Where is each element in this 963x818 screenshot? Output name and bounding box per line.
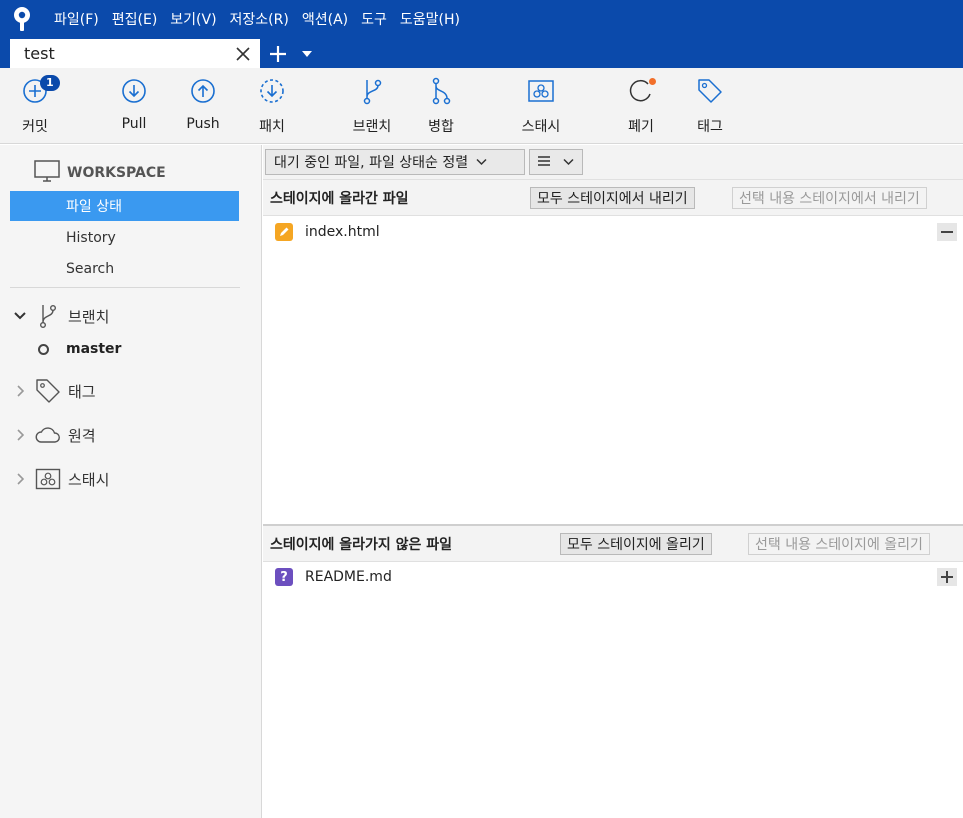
merge-icon <box>426 76 456 106</box>
commit-label: 커밋 <box>22 119 48 135</box>
sidebar-group-stashes[interactable]: 스태시 <box>12 465 109 493</box>
menu-tools[interactable]: 도구 <box>361 9 387 29</box>
push-icon <box>188 76 218 106</box>
branch-icon <box>357 76 387 106</box>
branch-label: 브랜치 <box>352 119 392 135</box>
chevron-right-icon[interactable] <box>12 471 28 487</box>
staged-file-row[interactable]: index.html <box>263 216 963 248</box>
stage-all-button[interactable]: 모두 스테이지에 올리기 <box>560 533 712 555</box>
list-icon <box>538 154 550 170</box>
commit-button[interactable]: 1 커밋 <box>0 75 70 136</box>
patch-button[interactable]: 패치 <box>237 76 307 136</box>
sidebar-item-search[interactable]: Search <box>10 254 239 284</box>
tag-icon <box>695 76 725 106</box>
commit-count-badge: 1 <box>40 75 60 91</box>
discard-button[interactable]: 폐기 <box>606 76 676 136</box>
stage-selected-button[interactable]: 선택 내용 스테이지에 올리기 <box>748 533 930 555</box>
tag-icon <box>34 377 62 405</box>
tag-label: 태그 <box>697 119 723 135</box>
chevron-down-icon[interactable] <box>12 308 28 324</box>
toolbar: 1 커밋 Pull Push 패치 브랜치 병합 스태시 폐기 태그 <box>0 68 963 144</box>
discard-indicator-dot <box>649 78 656 85</box>
unstaged-files-header: 스테이지에 올라가지 않은 파일 모두 스테이지에 올리기 선택 내용 스테이지… <box>263 526 963 562</box>
unstage-selected-button[interactable]: 선택 내용 스테이지에서 내리기 <box>732 187 927 209</box>
chevron-right-icon[interactable] <box>12 383 28 399</box>
push-button[interactable]: Push <box>168 76 238 132</box>
menu-file[interactable]: 파일(F) <box>54 9 99 29</box>
pull-label: Pull <box>121 116 147 132</box>
menu-actions[interactable]: 액션(A) <box>302 9 348 29</box>
stash-button[interactable]: 스태시 <box>506 76 576 136</box>
workspace-header: WORKSPACE <box>33 159 166 187</box>
view-mode-dropdown[interactable] <box>529 149 583 175</box>
chevron-right-icon[interactable] <box>12 427 28 443</box>
sourcetree-logo-icon <box>10 6 34 32</box>
patch-label: 패치 <box>259 119 285 135</box>
branch-name: master <box>66 341 122 357</box>
menu-repository[interactable]: 저장소(R) <box>230 9 289 29</box>
stage-file-plus-icon[interactable] <box>937 568 957 586</box>
unstaged-file-row[interactable]: ? README.md <box>263 561 963 593</box>
merge-button[interactable]: 병합 <box>406 76 476 136</box>
commit-icon: 1 <box>20 75 60 106</box>
sort-dropdown[interactable]: 대기 중인 파일, 파일 상태순 정렬 <box>265 149 525 175</box>
tag-button[interactable]: 태그 <box>675 76 745 136</box>
branch-item-master[interactable]: master <box>38 341 121 357</box>
repo-tab[interactable]: test <box>10 39 260 68</box>
sort-dropdown-value: 대기 중인 파일, 파일 상태순 정렬 <box>274 155 469 171</box>
push-label: Push <box>186 116 220 132</box>
file-name: index.html <box>305 224 380 240</box>
tags-label: 태그 <box>68 382 96 401</box>
unstage-all-button[interactable]: 모두 스테이지에서 내리기 <box>530 187 695 209</box>
patch-icon <box>257 76 287 106</box>
modified-file-icon <box>275 223 293 241</box>
cloud-icon <box>34 421 62 449</box>
menu-view[interactable]: 보기(V) <box>170 9 216 29</box>
staged-files-title: 스테이지에 올라간 파일 <box>270 190 409 207</box>
untracked-file-question-icon: ? <box>275 568 293 586</box>
branch-button[interactable]: 브랜치 <box>337 76 407 136</box>
sidebar-group-tags[interactable]: 태그 <box>12 377 96 405</box>
file-name: README.md <box>305 569 392 585</box>
stash-icon <box>34 465 62 493</box>
pull-icon <box>119 76 149 106</box>
filter-bar: 대기 중인 파일, 파일 상태순 정렬 <box>263 145 963 180</box>
close-icon[interactable] <box>234 45 252 63</box>
menu-bar: 파일(F) 편집(E) 보기(V) 저장소(R) 액션(A) 도구 도움말(H) <box>0 0 963 38</box>
tab-strip: test <box>0 38 963 68</box>
add-tab-icon[interactable] <box>260 39 296 68</box>
discard-icon <box>626 76 656 106</box>
chevron-down-icon <box>563 154 574 170</box>
branch-icon <box>34 302 62 330</box>
menu-help[interactable]: 도움말(H) <box>400 9 460 29</box>
stash-icon <box>526 76 556 106</box>
unstaged-files-title: 스테이지에 올라가지 않은 파일 <box>270 536 453 553</box>
sidebar-group-remotes[interactable]: 원격 <box>12 421 96 449</box>
sidebar-item-file-status[interactable]: 파일 상태 <box>10 191 239 221</box>
merge-label: 병합 <box>428 119 454 135</box>
menu-edit[interactable]: 편집(E) <box>112 9 158 29</box>
pull-button[interactable]: Pull <box>99 76 169 132</box>
sidebar: WORKSPACE 파일 상태 History Search 브랜치 maste… <box>0 145 262 818</box>
sidebar-group-branches[interactable]: 브랜치 <box>12 302 109 330</box>
sidebar-divider <box>10 287 240 288</box>
tab-dropdown-icon[interactable] <box>296 39 318 68</box>
discard-label: 폐기 <box>628 119 654 135</box>
branches-label: 브랜치 <box>68 307 110 326</box>
stashes-label: 스태시 <box>68 470 110 489</box>
current-branch-icon <box>38 343 49 355</box>
sidebar-item-history[interactable]: History <box>10 223 239 253</box>
main-panel: 대기 중인 파일, 파일 상태순 정렬 스테이지에 올라간 파일 모두 스테이지… <box>263 145 963 818</box>
repo-tab-title: test <box>24 44 55 63</box>
stash-label: 스태시 <box>521 119 561 135</box>
monitor-icon <box>33 159 61 187</box>
staged-files-header: 스테이지에 올라간 파일 모두 스테이지에서 내리기 선택 내용 스테이지에서 … <box>263 180 963 216</box>
unstage-file-minus-icon[interactable] <box>937 223 957 241</box>
remotes-label: 원격 <box>68 426 96 445</box>
workspace-label: WORKSPACE <box>67 165 166 181</box>
chevron-down-icon <box>476 154 487 170</box>
